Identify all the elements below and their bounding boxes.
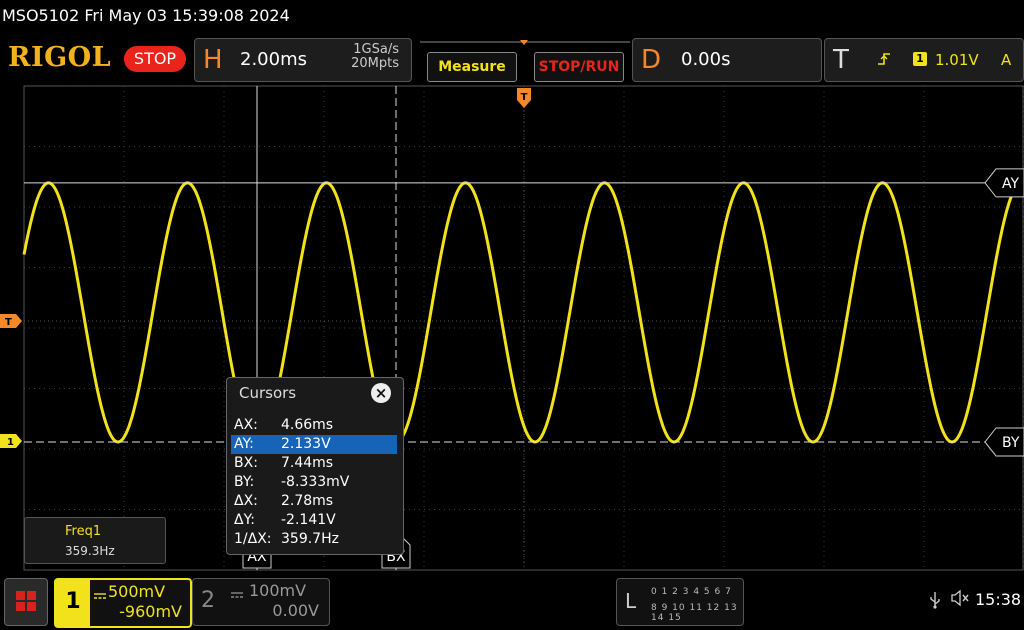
stop-run-button[interactable]: STOP/RUN <box>534 52 624 82</box>
title-bar: MSO5102 Fri May 03 15:39:08 2024 <box>2 6 290 25</box>
cursor-key: AY: <box>234 436 254 452</box>
trigger-level-marker-label: T <box>5 317 12 328</box>
trigger-source: 1 <box>913 52 927 66</box>
measurement-value: 359.3Hz <box>65 544 115 558</box>
trigger-mode: A <box>1001 51 1012 69</box>
dc-coupling-icon <box>231 585 243 604</box>
horizontal-label: H <box>203 45 223 75</box>
cursor-row-ax[interactable]: AX: 4.66ms <box>231 416 397 435</box>
channel-2-number: 2 <box>201 588 215 613</box>
trigger-label: T <box>833 45 849 75</box>
dc-coupling-icon <box>94 586 106 605</box>
rising-edge-icon <box>877 52 891 70</box>
horizontal-panel[interactable]: H 2.00ms 1GSa/s 20Mpts <box>194 38 412 82</box>
delay-label: D <box>641 45 662 75</box>
cursor-key: BY: <box>234 474 255 490</box>
cursor-row-by[interactable]: BY: -8.333mV <box>231 473 397 492</box>
main-menu-button[interactable] <box>4 578 48 626</box>
cursor-value: 4.66ms <box>281 417 334 433</box>
cursors-title: Cursors <box>239 384 297 402</box>
cursor-key: ΔY: <box>234 512 255 528</box>
cursor-row-ay[interactable]: AY: 2.133V <box>231 435 397 454</box>
cursor-value: 7.44ms <box>281 455 334 471</box>
ch1-ground-marker-label: 1 <box>7 437 14 448</box>
channel-1-panel[interactable]: 1 500mV -960mV <box>54 578 192 628</box>
channel-1-offset: -960mV <box>119 602 182 621</box>
logic-channels-row-2: 8 9 10 11 12 13 14 15 <box>651 603 738 623</box>
channel-2-offset: 0.00V <box>272 601 319 620</box>
cursor-key: AX: <box>234 417 258 433</box>
cursor-value: 2.78ms <box>281 493 334 509</box>
speaker-muted-icon[interactable] <box>950 589 970 611</box>
logic-analyzer-panel[interactable]: L 0 1 2 3 4 5 6 7 8 9 10 11 12 13 14 15 <box>616 578 744 626</box>
rigol-logo: RIGOL <box>8 42 112 73</box>
cursor-value: -2.141V <box>281 512 336 528</box>
cursor-row-bx[interactable]: BX: 7.44ms <box>231 454 397 473</box>
delay-panel[interactable]: D 0.00s <box>632 38 822 82</box>
channel-2-panel[interactable]: 2 100mV 0.00V <box>192 578 330 626</box>
trigger-panel[interactable]: T 1 1.01V A <box>824 38 1024 82</box>
channel-1-number: 1 <box>56 580 90 626</box>
cursor-key: 1/ΔX: <box>234 531 272 547</box>
measurement-freq1[interactable]: Freq1 359.3Hz <box>24 517 166 564</box>
cursor-row-dy[interactable]: ΔY: -2.141V <box>231 511 397 530</box>
run-state-badge[interactable]: STOP <box>124 46 186 72</box>
cursor-label-ay: AY <box>1002 176 1019 192</box>
channel-2-scale: 100mV <box>249 581 307 600</box>
cursor-value: 2.133V <box>281 436 331 452</box>
acquisition-info: 1GSa/s 20Mpts <box>329 43 399 71</box>
cursor-key: ΔX: <box>234 493 258 509</box>
cursor-label-by: BY <box>1002 435 1020 451</box>
delay-value: 0.00s <box>681 49 731 70</box>
cursor-row-inv-dx[interactable]: 1/ΔX: 359.7Hz <box>231 530 397 549</box>
sample-rate: 1GSa/s <box>353 42 399 57</box>
trigger-position-label: T <box>521 92 528 103</box>
logic-channels-row-1: 0 1 2 3 4 5 6 7 <box>651 587 732 597</box>
cursors-panel[interactable]: Cursors × AX: 4.66ms AY: 2.133V BX: 7.44ms … <box>226 377 404 555</box>
cursor-value: -8.333mV <box>281 474 350 490</box>
timebase-value: 2.00ms <box>240 49 307 70</box>
channel-1-scale: 500mV <box>108 582 166 601</box>
trigger-level: 1.01V <box>935 51 979 69</box>
logic-label: L <box>625 589 637 613</box>
cursor-key: BX: <box>234 455 258 471</box>
clock: 15:38 <box>975 590 1022 609</box>
cursor-value: 359.7Hz <box>281 531 339 547</box>
cursor-row-dx[interactable]: ΔX: 2.78ms <box>231 492 397 511</box>
measure-button[interactable]: Measure <box>427 52 517 82</box>
usb-icon <box>928 591 942 613</box>
measurement-label: Freq1 <box>65 524 102 539</box>
grid-menu-icon <box>16 591 36 611</box>
memory-depth: 20Mpts <box>351 56 399 71</box>
close-icon[interactable]: × <box>371 383 391 403</box>
